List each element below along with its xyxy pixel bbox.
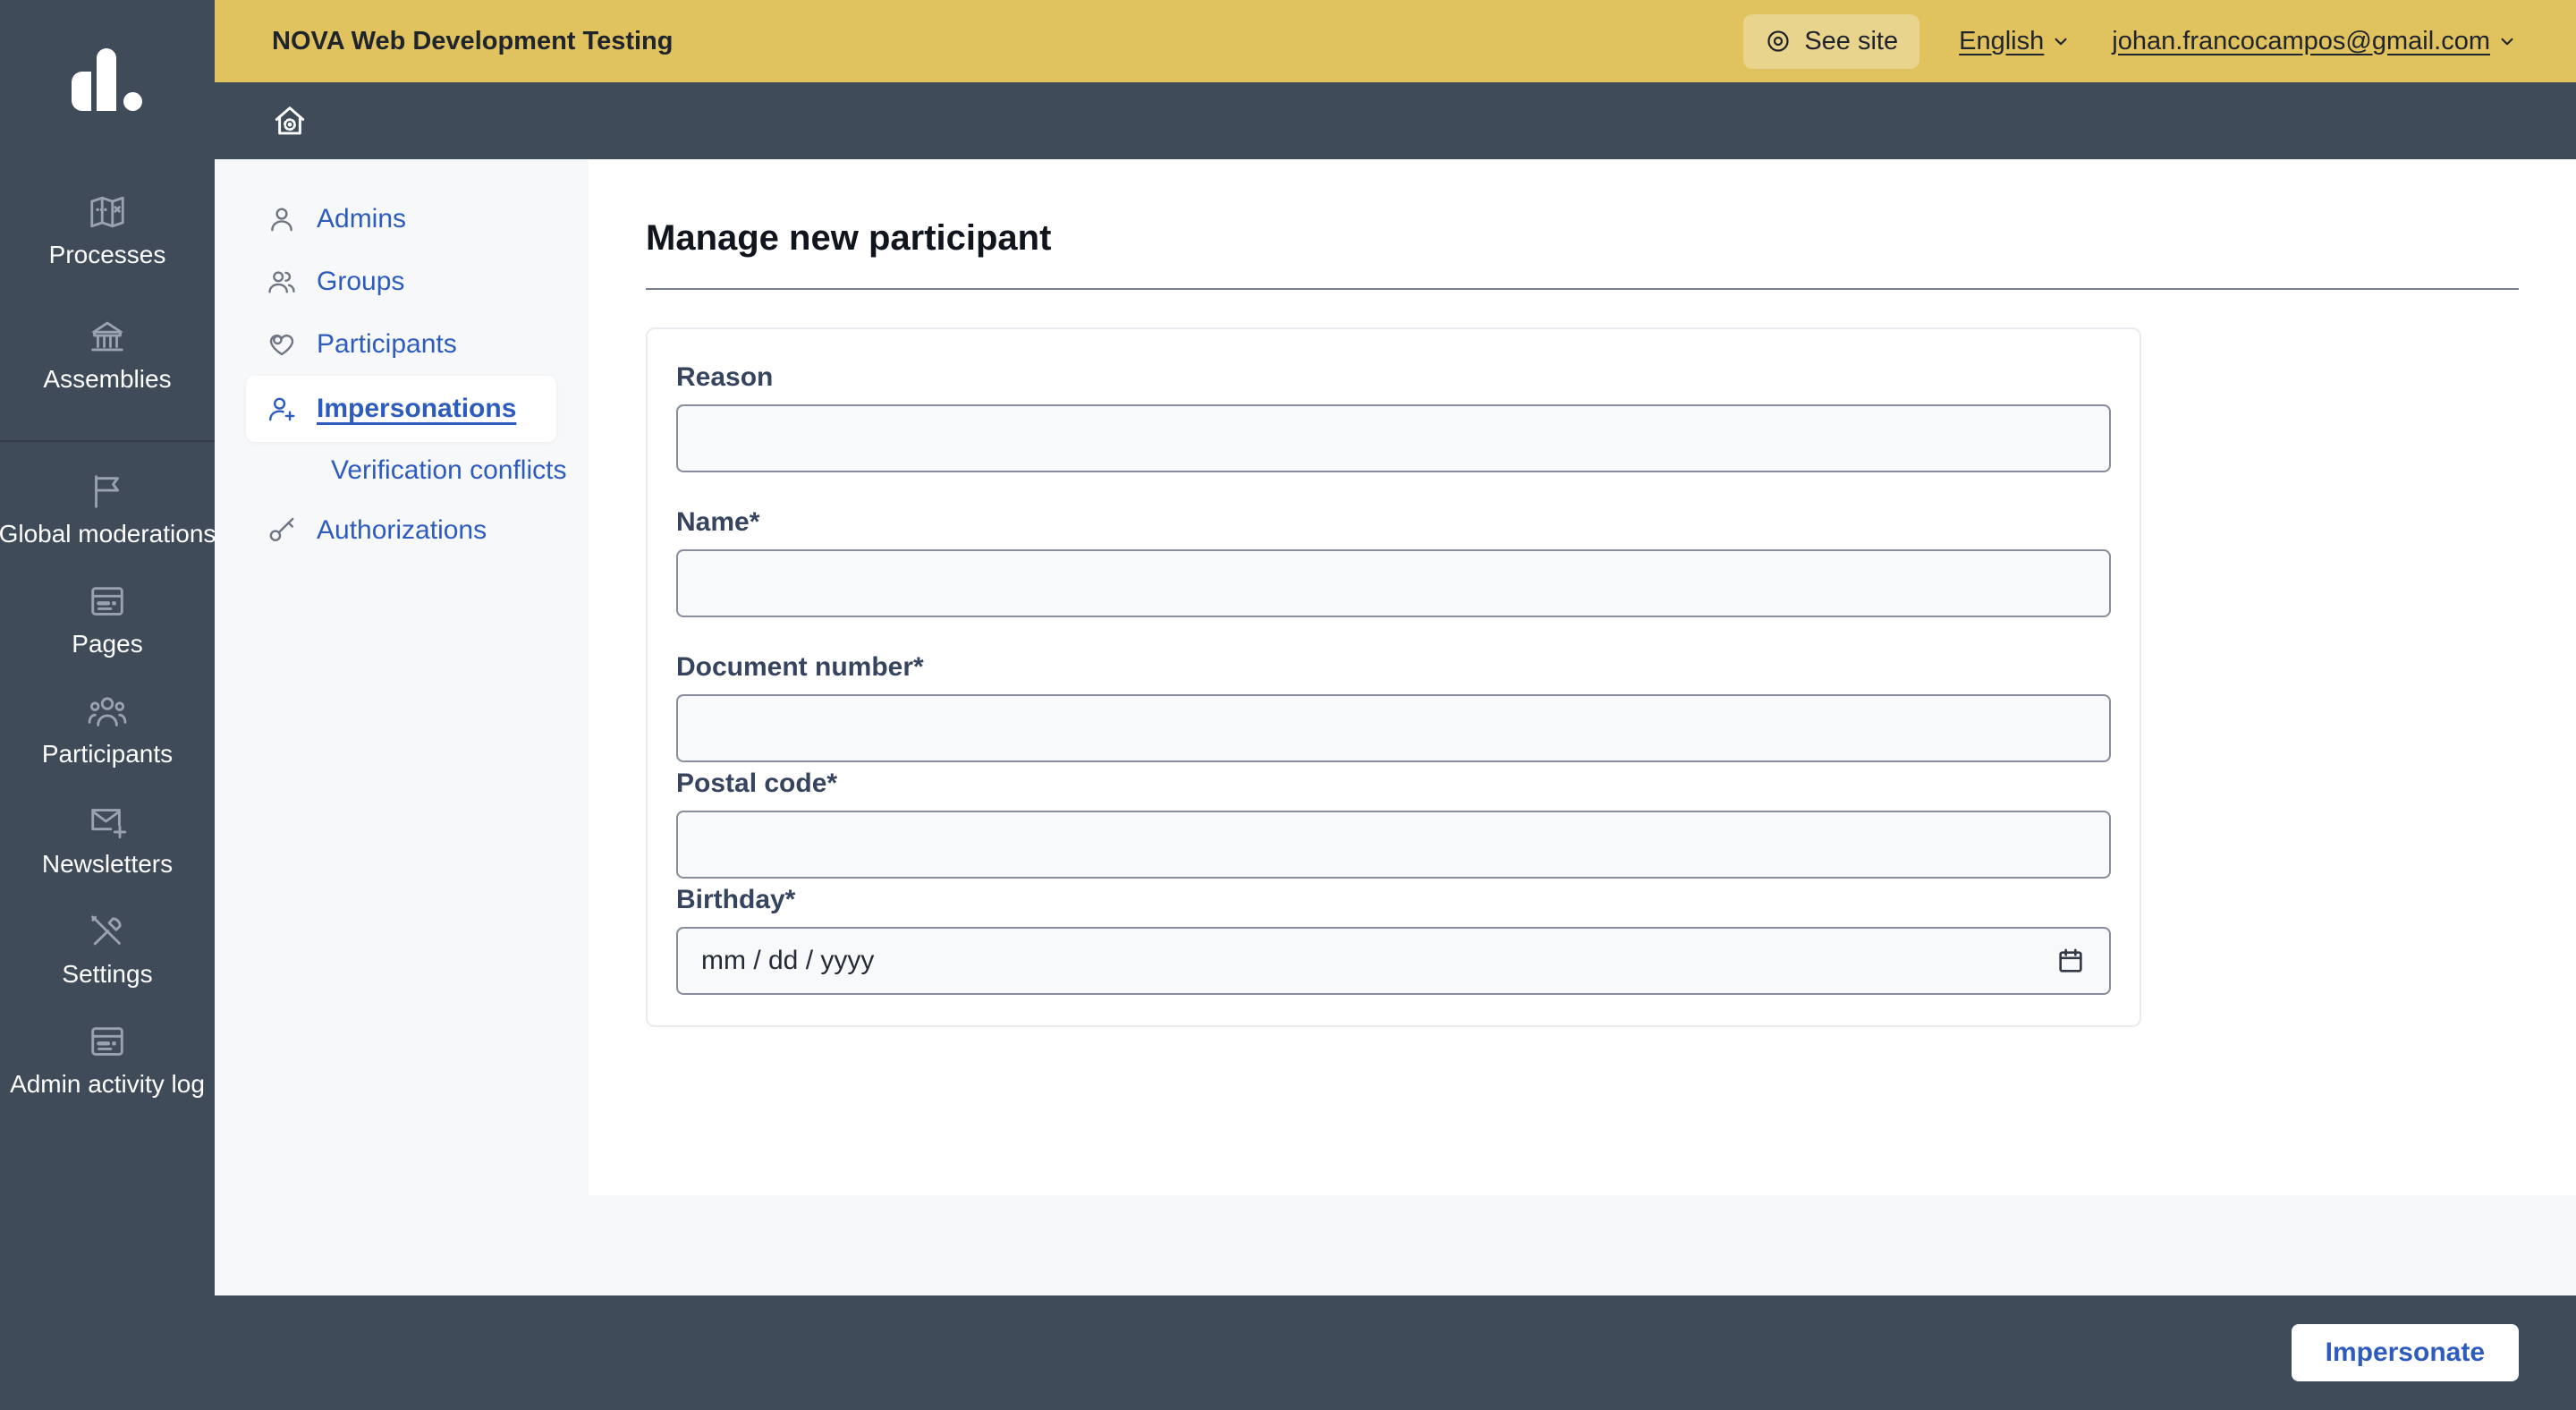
menu-item-label: Authorizations bbox=[317, 515, 487, 545]
menu-item-label: Groups bbox=[317, 267, 405, 296]
user-add-icon bbox=[267, 394, 297, 424]
group-icon bbox=[267, 267, 297, 297]
field-label: Document number* bbox=[676, 652, 924, 682]
sidebar-item-label: Assemblies bbox=[43, 365, 172, 393]
tools-icon bbox=[87, 911, 128, 952]
sidebar-item-pages[interactable]: Pages bbox=[0, 565, 215, 675]
sidebar-item-label: Settings bbox=[62, 960, 153, 988]
title-divider bbox=[646, 288, 2519, 290]
see-site-button[interactable]: See site bbox=[1743, 13, 1920, 69]
menu-item-label: Participants bbox=[317, 329, 457, 359]
sidebar-item-newsletters[interactable]: Newsletters bbox=[0, 785, 215, 895]
impersonation-form-card: Reason Name* Document number* Postal cod… bbox=[646, 327, 2141, 1027]
see-site-label: See site bbox=[1804, 26, 1899, 55]
language-dropdown[interactable]: English bbox=[1959, 27, 2072, 56]
team-icon bbox=[87, 691, 128, 732]
sidebar-nav: Processes Assemblies Global moderations … bbox=[0, 159, 216, 1115]
language-label: English bbox=[1959, 26, 2045, 55]
date-placeholder: mm / dd / yyyy bbox=[701, 946, 875, 975]
reason-input[interactable] bbox=[676, 404, 2111, 472]
article-icon bbox=[87, 581, 128, 622]
impersonate-button[interactable]: Impersonate bbox=[2291, 1324, 2519, 1381]
sidebar-item-participants[interactable]: Participants bbox=[0, 675, 215, 785]
bank-icon bbox=[87, 316, 128, 357]
mail-add-icon bbox=[87, 801, 128, 842]
user-menu-dropdown[interactable]: johan.francocampos@gmail.com bbox=[2112, 27, 2519, 56]
field-label: Birthday* bbox=[676, 885, 796, 914]
form-field-name: Name* bbox=[676, 506, 2111, 617]
user-email: johan.francocampos@gmail.com bbox=[2112, 26, 2490, 55]
menu-item-groups[interactable]: Groups bbox=[215, 251, 589, 313]
menu-item-verification-conflicts[interactable]: Verification conflicts bbox=[215, 442, 589, 499]
form-field-document-number: Document number* bbox=[676, 651, 2111, 762]
sidebar-item-settings[interactable]: Settings bbox=[0, 895, 215, 1005]
heart-icon bbox=[267, 329, 297, 360]
page-title: Manage new participant bbox=[646, 218, 1052, 258]
sidebar-item-assemblies[interactable]: Assemblies bbox=[0, 293, 215, 417]
decidim-logo-mark bbox=[72, 48, 143, 111]
birthday-input[interactable]: mm / dd / yyyy bbox=[676, 927, 2111, 995]
main-content: Manage new participant Reason Name* Docu… bbox=[589, 159, 2576, 1195]
menu-item-participants[interactable]: Participants bbox=[215, 313, 589, 376]
organization-title: NOVA Web Development Testing bbox=[272, 26, 674, 55]
flag-icon bbox=[87, 471, 128, 512]
participants-menu: Admins Groups Participants Impersonation… bbox=[215, 159, 589, 1295]
action-footer: Impersonate bbox=[0, 1295, 2576, 1410]
sidebar-item-admin-activity-log[interactable]: Admin activity log bbox=[0, 1005, 215, 1115]
menu-item-impersonations[interactable]: Impersonations bbox=[246, 376, 556, 442]
field-label: Name* bbox=[676, 507, 760, 537]
form-field-reason: Reason bbox=[676, 361, 2111, 472]
menu-item-label: Admins bbox=[317, 204, 407, 234]
menu-item-label: Impersonations bbox=[317, 394, 517, 423]
chevron-down-icon bbox=[2055, 38, 2067, 46]
treasure-map-icon bbox=[87, 191, 128, 233]
key-icon bbox=[267, 515, 297, 546]
name-input[interactable] bbox=[676, 549, 2111, 617]
sidebar-divider bbox=[0, 440, 215, 442]
top-bar: NOVA Web Development Testing See site En… bbox=[215, 0, 2576, 82]
form-field-birthday: Birthday* mm / dd / yyyy bbox=[676, 884, 2111, 995]
sidebar-item-label: Processes bbox=[48, 241, 166, 268]
sidebar-item-label: Pages bbox=[72, 630, 143, 658]
menu-item-label: Verification conflicts bbox=[331, 455, 567, 485]
field-label: Reason bbox=[676, 362, 774, 392]
menu-item-admins[interactable]: Admins bbox=[215, 188, 589, 251]
postal-code-input[interactable] bbox=[676, 811, 2111, 879]
sidebar-item-label: Admin activity log bbox=[10, 1070, 205, 1098]
user-icon bbox=[267, 204, 297, 234]
menu-item-authorizations[interactable]: Authorizations bbox=[215, 499, 589, 562]
admin-sidebar: Processes Assemblies Global moderations … bbox=[0, 0, 216, 1410]
chevron-down-icon bbox=[2501, 38, 2513, 46]
sidebar-item-processes[interactable]: Processes bbox=[0, 168, 215, 293]
home-gear-icon bbox=[275, 106, 305, 135]
sub-header bbox=[215, 82, 2576, 159]
sidebar-item-label: Newsletters bbox=[41, 850, 174, 878]
article-icon bbox=[87, 1021, 128, 1062]
form-field-postal-code: Postal code* bbox=[676, 768, 2111, 879]
home-button[interactable] bbox=[268, 99, 311, 142]
sidebar-item-label: Participants bbox=[41, 740, 174, 768]
decidim-logo[interactable] bbox=[0, 0, 215, 159]
document-number-input[interactable] bbox=[676, 694, 2111, 762]
field-label: Postal code* bbox=[676, 769, 838, 798]
top-bar-actions: See site English johan.francocampos@gmai… bbox=[1743, 13, 2519, 69]
calendar-icon[interactable] bbox=[2055, 946, 2086, 976]
double-circle-icon bbox=[1767, 30, 1789, 52]
sidebar-item-label: Global moderations bbox=[0, 520, 216, 548]
sidebar-item-global-moderations[interactable]: Global moderations bbox=[0, 454, 216, 565]
